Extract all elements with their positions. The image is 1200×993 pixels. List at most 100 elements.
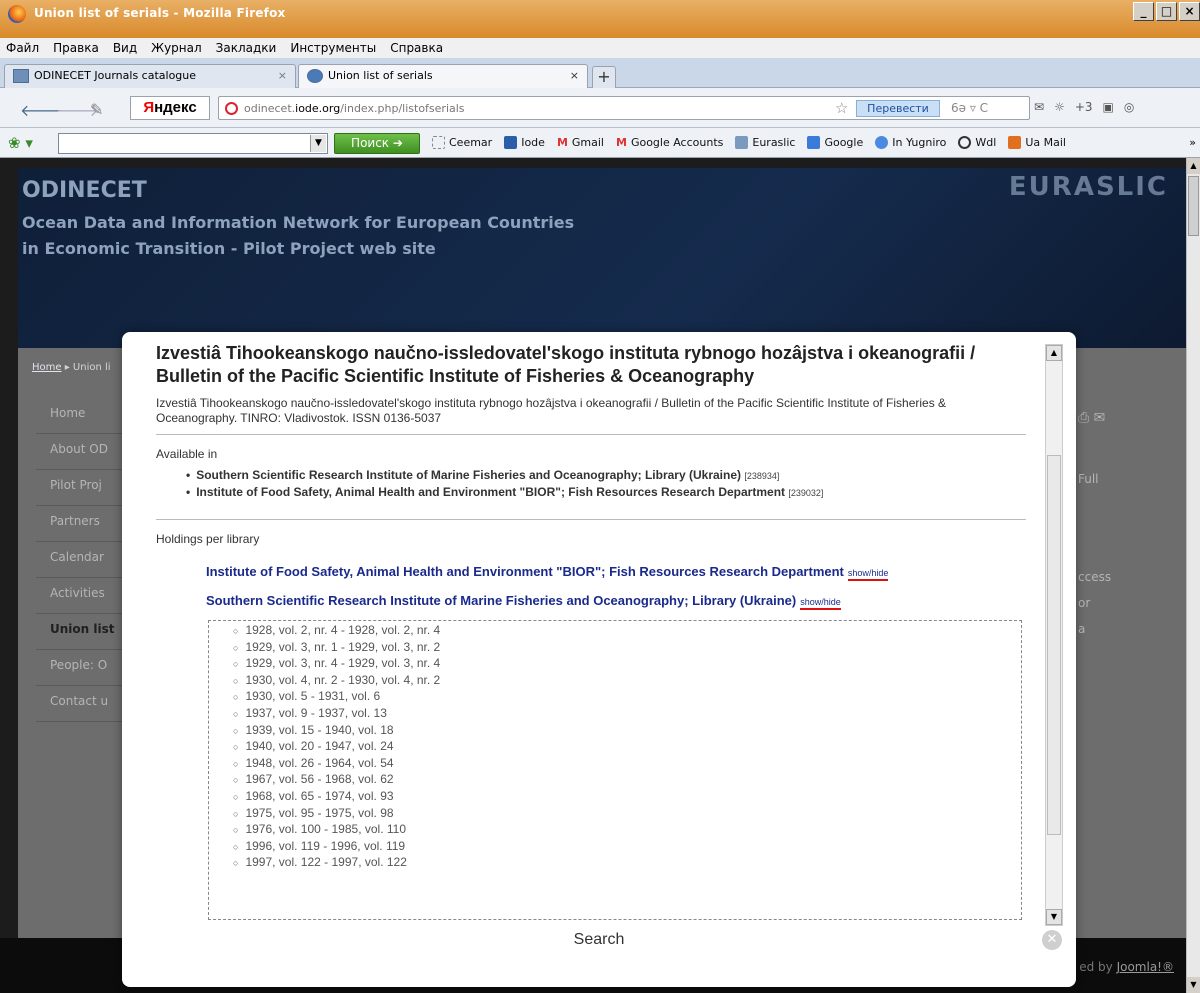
holdings-list[interactable]: 1928, vol. 2, nr. 4 - 1928, vol. 2, nr. …	[208, 620, 1022, 920]
chevron-down-icon[interactable]: ▼	[310, 135, 326, 152]
list-item: 1940, vol. 20 - 1947, vol. 24	[233, 739, 1021, 756]
menu-file[interactable]: Файл	[6, 41, 39, 55]
right-text-2: ccess	[1078, 570, 1112, 584]
menu-item-partners[interactable]: Partners	[36, 506, 136, 542]
page-scrollbar[interactable]: ▲ ▼	[1186, 158, 1200, 993]
site-menu: Home About OD Pilot Proj Partners Calend…	[36, 398, 136, 722]
right-text-3: or	[1078, 596, 1091, 610]
weather-icon[interactable]: ☼	[1054, 100, 1065, 114]
bookmark-ua-mail[interactable]: Ua Mail	[1008, 136, 1066, 149]
menu-item-union-list[interactable]: Union list	[36, 614, 136, 650]
yandex-logo-prefix: Я	[143, 99, 155, 116]
tab-strip: ODINECET Journals catalogue × Union list…	[0, 58, 1200, 88]
tab-union-list[interactable]: Union list of serials ×	[298, 64, 588, 88]
menu-edit[interactable]: Правка	[53, 41, 99, 55]
address-bar[interactable]: odinecet.iode.org/index.php/listofserial…	[218, 96, 1030, 120]
tab-site-icon	[13, 69, 29, 83]
search-button[interactable]: Поиск ➔	[334, 133, 420, 154]
menu-view[interactable]: Вид	[113, 41, 137, 55]
close-icon[interactable]: ✕	[1042, 930, 1062, 950]
serial-title: Izvestiâ Tihookeanskogo naučno-issledova…	[156, 343, 976, 386]
list-item: 1948, vol. 26 - 1964, vol. 54	[233, 756, 1021, 773]
mail-icon[interactable]: ✉	[1034, 100, 1044, 114]
menu-help[interactable]: Справка	[390, 41, 443, 55]
list-item: 1929, vol. 3, nr. 1 - 1929, vol. 3, nr. …	[233, 640, 1021, 657]
bookmark-in-yugniro[interactable]: In Yugniro	[875, 136, 946, 149]
bookmark-ceemar[interactable]: Ceemar	[432, 136, 492, 149]
bookmark-wdl[interactable]: Wdl	[958, 136, 996, 149]
print-email-icons[interactable]: ⎙ ✉	[1078, 410, 1105, 426]
list-item: 1937, vol. 9 - 1937, vol. 13	[233, 706, 1021, 723]
yandex-logo-rest: ндекс	[154, 99, 197, 116]
list-item: 1928, vol. 2, nr. 4 - 1928, vol. 2, nr. …	[233, 623, 1021, 640]
show-hide-link[interactable]: show/hide	[847, 568, 889, 581]
menu-item-people[interactable]: People: O	[36, 650, 136, 686]
bookmark-tools-icon[interactable]: ✎	[90, 100, 103, 119]
right-text-4: a	[1078, 622, 1086, 636]
bookmark-star-icon[interactable]: ☆	[835, 99, 848, 117]
bookmark-iode[interactable]: Iode	[504, 136, 545, 149]
bookmark-gmail[interactable]: M Gmail	[557, 136, 604, 149]
scrollbar-thumb[interactable]	[1047, 455, 1061, 835]
serial-description: Izvestiâ Tihookeanskogo naučno-issledova…	[156, 396, 1026, 435]
scroll-down-icon[interactable]: ▼	[1187, 977, 1200, 993]
close-window-button[interactable]: ×	[1179, 2, 1200, 21]
list-item: 1929, vol. 3, nr. 4 - 1929, vol. 3, nr. …	[233, 656, 1021, 673]
show-hide-link[interactable]: show/hide	[800, 597, 841, 610]
bookmark-euraslic[interactable]: Euraslic	[735, 136, 795, 149]
menu-item-contact[interactable]: Contact u	[36, 686, 136, 722]
list-item: 1930, vol. 4, nr. 2 - 1930, vol. 4, nr. …	[233, 673, 1021, 690]
addon-icon[interactable]: ▣	[1103, 100, 1114, 114]
menu-item-pilot-project[interactable]: Pilot Proj	[36, 470, 136, 506]
bookmarks-overflow-icon[interactable]: »	[1189, 136, 1196, 149]
menu-item-home[interactable]: Home	[36, 398, 136, 434]
site-identity-icon[interactable]	[225, 102, 238, 115]
scroll-down-icon[interactable]: ▼	[1046, 909, 1062, 925]
gmail-icon: M	[615, 136, 627, 149]
reload-icon[interactable]: 6ə ▿ C	[951, 101, 988, 115]
bookmark-icon	[735, 136, 749, 149]
chrome-addon-icon[interactable]: ◎	[1124, 100, 1134, 114]
menu-bookmarks[interactable]: Закладки	[216, 41, 277, 55]
menu-history[interactable]: Журнал	[151, 41, 202, 55]
tab-site-icon	[307, 69, 323, 83]
scrollbar-thumb[interactable]	[1188, 176, 1199, 236]
list-item: Institute of Food Safety, Animal Health …	[186, 484, 1026, 501]
joomla-link[interactable]: Joomla!®	[1117, 960, 1174, 974]
bookmark-google[interactable]: Google	[807, 136, 863, 149]
menu-item-calendar[interactable]: Calendar	[36, 542, 136, 578]
list-item: 1997, vol. 122 - 1997, vol. 122	[233, 855, 1021, 872]
scroll-up-icon[interactable]: ▲	[1187, 158, 1200, 174]
close-tab-icon[interactable]: ×	[570, 69, 579, 82]
bookmarks-toolbar: ❀ ▾ ▼ Поиск ➔ Ceemar Iode M Gmail M Google…	[0, 128, 1200, 158]
list-item: 1975, vol. 95 - 1975, vol. 98	[233, 806, 1021, 823]
menu-bar: Файл Правка Вид Журнал Закладки Инструме…	[0, 38, 1200, 58]
breadcrumb: Home ▸ Union li	[32, 362, 111, 373]
menu-tools[interactable]: Инструменты	[290, 41, 376, 55]
scroll-up-icon[interactable]: ▲	[1046, 345, 1062, 361]
translate-button[interactable]: Перевести	[856, 100, 940, 117]
navigation-bar: 🡐 🡒 ✎ Яндекс odinecet.iode.org/index.php…	[0, 88, 1200, 128]
extras-count[interactable]: +3	[1075, 100, 1093, 114]
yandex-button[interactable]: Яндекс	[130, 96, 210, 120]
bookmark-google-accounts[interactable]: M Google Accounts	[616, 136, 723, 149]
tab-journals-catalogue[interactable]: ODINECET Journals catalogue ×	[4, 64, 296, 88]
serial-details-modal: Izvestiâ Tihookeanskogo naučno-issledova…	[122, 332, 1076, 987]
new-tab-button[interactable]: +	[592, 66, 616, 88]
breadcrumb-home-link[interactable]: Home	[32, 362, 62, 373]
site-header: ODINECET Ocean Data and Information Netw…	[18, 168, 1186, 348]
window-title: Union list of serials - Mozilla Firefox	[34, 6, 286, 20]
available-list: Southern Scientific Research Institute o…	[186, 467, 1026, 501]
modal-scrollbar[interactable]: ▲ ▼	[1045, 344, 1063, 926]
yandex-search-input[interactable]: ▼	[58, 133, 328, 154]
tab-label: ODINECET Journals catalogue	[34, 69, 197, 82]
menu-item-activities[interactable]: Activities	[36, 578, 136, 614]
maximize-button[interactable]: □	[1156, 2, 1177, 21]
bookmark-icon	[504, 136, 518, 149]
minimize-button[interactable]: _	[1133, 2, 1154, 21]
menu-item-about[interactable]: About OD	[36, 434, 136, 470]
close-tab-icon[interactable]: ×	[278, 69, 287, 82]
site-subtitle: Ocean Data and Information Network for E…	[22, 213, 575, 258]
toolbar-leaf-icon[interactable]: ❀ ▾	[8, 134, 33, 152]
right-text-1: Full	[1078, 472, 1099, 486]
